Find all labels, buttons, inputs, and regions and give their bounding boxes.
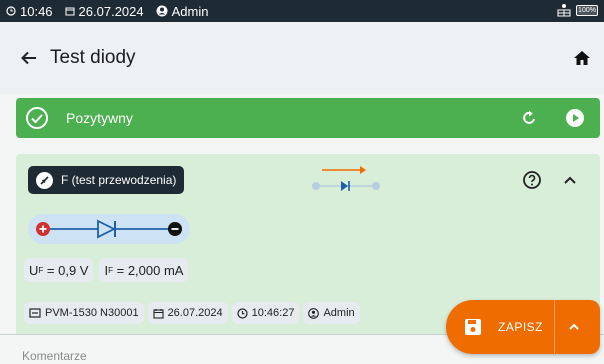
status-time-text: 10:46 xyxy=(20,3,53,19)
diode-schematic-icon xyxy=(36,219,182,239)
battery-icon: 100% xyxy=(576,4,598,16)
status-icons: 100% xyxy=(556,2,598,18)
current-chip: IF = 2,000 mA xyxy=(99,258,189,282)
status-bar: 10:46 26.07.2024 Admin 100% xyxy=(0,0,604,22)
page-title: Test diody xyxy=(50,47,136,68)
arrow-left-icon xyxy=(21,51,36,65)
calendar-icon xyxy=(65,7,75,16)
diode-diagram xyxy=(28,214,190,244)
play-icon xyxy=(566,109,584,127)
main-content: Pozytywny F (test przewodzenia) U F = 0,… xyxy=(0,94,604,364)
play-button[interactable] xyxy=(562,105,588,131)
retry-icon xyxy=(523,110,535,124)
status-user: Admin xyxy=(156,3,209,19)
device-icon xyxy=(29,308,41,318)
calendar-icon xyxy=(153,308,164,319)
voltage-subscript: F xyxy=(38,265,44,275)
result-banner: Pozytywny xyxy=(16,98,600,138)
forward-diode-icon xyxy=(312,166,380,191)
status-time: 10:46 xyxy=(6,4,53,19)
result-label: Pozytywny xyxy=(66,110,133,126)
solar-panel-icon xyxy=(557,4,571,17)
home-button[interactable] xyxy=(568,44,596,72)
voltage-chip: UF = 0,9 V xyxy=(24,258,94,282)
save-icon xyxy=(462,316,484,338)
mode-chip[interactable]: F (test przewodzenia) xyxy=(28,166,185,194)
user-chip: Admin xyxy=(303,302,360,324)
app-bar: Test diody xyxy=(0,22,604,94)
date-chip: 26.07.2024 xyxy=(147,302,228,324)
save-menu-button[interactable] xyxy=(562,315,586,339)
help-button[interactable] xyxy=(520,168,544,192)
clock-icon xyxy=(237,307,248,319)
save-divider xyxy=(554,300,555,354)
back-button[interactable] xyxy=(14,43,44,73)
comment-placeholder: Komentarze xyxy=(22,349,87,363)
save-label: ZAPISZ xyxy=(498,320,544,334)
result-actions xyxy=(516,105,588,131)
probe-icon xyxy=(36,171,53,189)
time-text: 10:46:27 xyxy=(251,307,295,319)
voltage-symbol: U xyxy=(29,262,39,278)
time-chip: 10:46:27 xyxy=(231,302,300,324)
home-icon xyxy=(574,51,590,65)
retry-button[interactable] xyxy=(516,105,542,131)
current-value: = 2,000 mA xyxy=(116,262,184,278)
status-date-text: 26.07.2024 xyxy=(78,3,144,19)
save-button[interactable]: ZAPISZ xyxy=(446,300,600,354)
voltage-value: = 0,9 V xyxy=(46,262,89,278)
clock-icon xyxy=(6,6,16,16)
device-text: PVM-1530 N30001 xyxy=(45,307,139,319)
meta-row: PVM-1530 N30001 26.07.2024 10:46:27 Admi… xyxy=(24,302,360,324)
status-user-text: Admin xyxy=(171,3,209,19)
status-date: 26.07.2024 xyxy=(65,4,144,19)
current-subscript: F xyxy=(108,265,113,275)
user-icon xyxy=(308,307,320,319)
user-text: Admin xyxy=(323,307,355,319)
chevron-up-icon xyxy=(569,323,579,330)
date-text: 26.07.2024 xyxy=(167,307,223,319)
collapse-button[interactable] xyxy=(558,168,582,192)
chevron-up-icon xyxy=(564,176,576,184)
mode-label: F (test przewodzenia) xyxy=(61,173,177,187)
result-params: UF = 0,9 V IF = 2,000 mA xyxy=(24,258,189,282)
user-icon xyxy=(156,5,168,17)
device-chip: PVM-1530 N30001 xyxy=(24,302,144,324)
help-icon xyxy=(523,171,541,189)
battery-level: 100% xyxy=(578,6,596,14)
check-circle-icon xyxy=(24,105,50,131)
